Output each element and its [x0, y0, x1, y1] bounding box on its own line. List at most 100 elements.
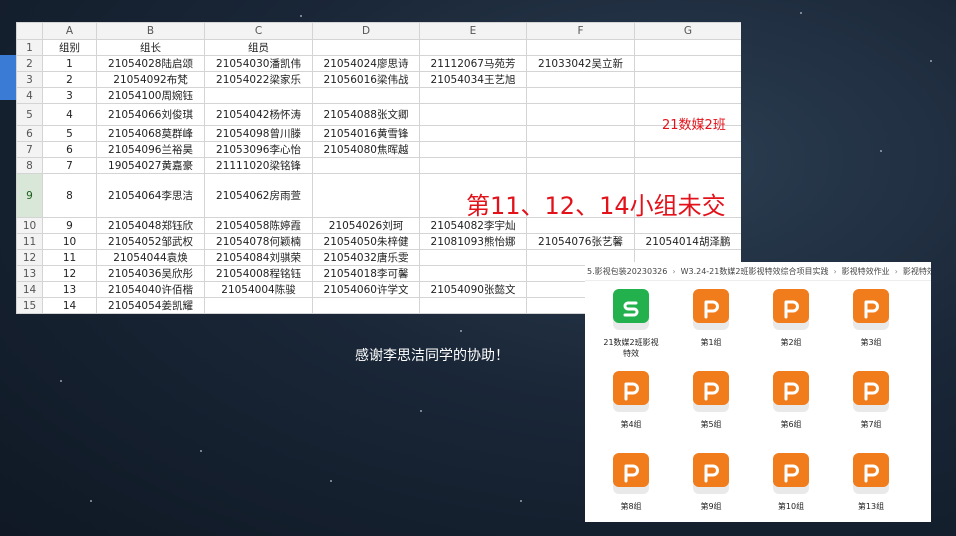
sheet-cell[interactable]: 21053096李心怡	[204, 141, 313, 158]
column-header[interactable]: E	[419, 22, 527, 40]
sheet-cell[interactable]: 9	[42, 217, 97, 234]
sheet-cell[interactable]	[526, 71, 635, 88]
row-header[interactable]: 14	[16, 281, 43, 298]
sheet-cell[interactable]: 21081093熊怡娜	[419, 233, 527, 250]
sheet-cell[interactable]	[526, 125, 635, 142]
sheet-cell[interactable]	[419, 157, 527, 174]
sheet-cell[interactable]: 21054026刘珂	[312, 217, 420, 234]
sheet-cell[interactable]: 19054027黄嘉豪	[96, 157, 205, 174]
row-header[interactable]: 1	[16, 39, 43, 56]
breadcrumb-item[interactable]: W3.24-21数媒2班影视特效综合项目实践	[681, 266, 829, 277]
sheet-cell[interactable]: 21054048郑钰欣	[96, 217, 205, 234]
sheet-cell[interactable]: 21054032唐乐雯	[312, 249, 420, 266]
row-header[interactable]: 10	[16, 217, 43, 234]
column-header[interactable]: B	[96, 22, 205, 40]
sheet-cell[interactable]	[419, 125, 527, 142]
file-item[interactable]: 第3组	[831, 287, 911, 365]
sheet-cell[interactable]: 21054050朱梓健	[312, 233, 420, 250]
file-item[interactable]: 第10组	[751, 451, 831, 522]
sheet-cell[interactable]: 1	[42, 55, 97, 72]
breadcrumb-item[interactable]: 影视特效作业	[842, 266, 890, 277]
sheet-cell[interactable]	[634, 141, 741, 158]
row-header[interactable]: 12	[16, 249, 43, 266]
sheet-cell[interactable]: 4	[42, 103, 97, 126]
file-item[interactable]: 第6组	[751, 369, 831, 447]
sheet-cell[interactable]	[526, 141, 635, 158]
sheet-cell[interactable]	[634, 39, 741, 56]
sheet-cell[interactable]	[634, 55, 741, 72]
sheet-cell[interactable]	[419, 39, 527, 56]
sheet-cell[interactable]: 21054096兰裕昊	[96, 141, 205, 158]
sheet-cell[interactable]: 21054054姜凯耀	[96, 297, 205, 314]
file-item[interactable]: 第13组	[831, 451, 911, 522]
sheet-cell[interactable]	[526, 87, 635, 104]
sheet-cell[interactable]: 21054062房雨萱	[204, 173, 313, 218]
sheet-cell[interactable]: 21054042杨怀涛	[204, 103, 313, 126]
row-header[interactable]: 2	[16, 55, 43, 72]
sheet-cell[interactable]: 21033042吴立新	[526, 55, 635, 72]
sheet-cell[interactable]: 组员	[204, 39, 313, 56]
sheet-cell[interactable]: 12	[42, 265, 97, 282]
sheet-cell[interactable]	[312, 157, 420, 174]
file-item[interactable]: 第4组	[591, 369, 671, 447]
sheet-cell[interactable]	[526, 157, 635, 174]
sheet-cell[interactable]	[634, 71, 741, 88]
file-item[interactable]: 第1组	[671, 287, 751, 365]
sheet-cell[interactable]: 21054088张文卿	[312, 103, 420, 126]
sheet-cell[interactable]: 21054068莫群峰	[96, 125, 205, 142]
sheet-cell[interactable]: 21054100周婉钰	[96, 87, 205, 104]
sheet-cell[interactable]: 组长	[96, 39, 205, 56]
sheet-cell[interactable]: 21054022梁家乐	[204, 71, 313, 88]
sheet-cell[interactable]: 14	[42, 297, 97, 314]
sheet-cell[interactable]	[419, 297, 527, 314]
sheet-cell[interactable]	[42, 312, 97, 314]
sheet-cell[interactable]	[419, 103, 527, 126]
column-header[interactable]: D	[312, 22, 420, 40]
sheet-cell[interactable]: 11	[42, 249, 97, 266]
column-header[interactable]: F	[526, 22, 635, 40]
file-item[interactable]: 第5组	[671, 369, 751, 447]
sheet-cell[interactable]: 8	[42, 173, 97, 218]
sheet-cell[interactable]: 21054028陆启颂	[96, 55, 205, 72]
sheet-cell[interactable]: 21054014胡泽鹏	[634, 233, 741, 250]
sheet-cell[interactable]	[419, 249, 527, 266]
sheet-cell[interactable]	[634, 157, 741, 174]
column-header[interactable]: C	[204, 22, 313, 40]
sheet-cell[interactable]	[419, 141, 527, 158]
sheet-cell[interactable]: 21054008程铭钰	[204, 265, 313, 282]
row-header[interactable]: 5	[16, 103, 43, 126]
sheet-cell[interactable]: 6	[42, 141, 97, 158]
sheet-cell[interactable]: 3	[42, 87, 97, 104]
sheet-cell[interactable]: 2	[42, 71, 97, 88]
sheet-cell[interactable]	[312, 39, 420, 56]
sheet-cell[interactable]: 21054090张懿文	[419, 281, 527, 298]
sheet-cell[interactable]: 21054080焦晖越	[312, 141, 420, 158]
sheet-cell[interactable]	[96, 312, 205, 314]
row-header[interactable]: 9	[16, 173, 43, 218]
sheet-cell[interactable]: 21054098曾川滕	[204, 125, 313, 142]
sheet-cell[interactable]: 21054004陈骏	[204, 281, 313, 298]
row-header[interactable]: 7	[16, 141, 43, 158]
sheet-cell[interactable]	[419, 87, 527, 104]
row-header[interactable]: 15	[16, 297, 43, 314]
row-header[interactable]: 11	[16, 233, 43, 250]
sheet-cell[interactable]: 21054084刘骐荣	[204, 249, 313, 266]
row-header[interactable]: 16	[16, 312, 43, 314]
sheet-cell[interactable]: 21054092布梵	[96, 71, 205, 88]
sheet-cell[interactable]	[526, 39, 635, 56]
sheet-cell[interactable]: 21054044袁焕	[96, 249, 205, 266]
sheet-cell[interactable]: 21054060许学文	[312, 281, 420, 298]
sheet-cell[interactable]: 21056016梁伟战	[312, 71, 420, 88]
sheet-cell[interactable]: 21054018李可馨	[312, 265, 420, 282]
sheet-cell[interactable]: 21054040许佰楷	[96, 281, 205, 298]
file-item[interactable]: 第2组	[751, 287, 831, 365]
sheet-cell[interactable]	[312, 173, 420, 218]
file-item[interactable]: 第9组	[671, 451, 751, 522]
sheet-cell[interactable]: 21054024廖思诗	[312, 55, 420, 72]
breadcrumb-item[interactable]: 5.影视包装20230326	[587, 266, 667, 277]
sheet-cell[interactable]	[312, 87, 420, 104]
sheet-cell[interactable]: 21054058陈婷霞	[204, 217, 313, 234]
sheet-cell[interactable]: 21054064李思洁	[96, 173, 205, 218]
file-item[interactable]: 第7组	[831, 369, 911, 447]
sheet-cell[interactable]: 21111020梁铭锋	[204, 157, 313, 174]
